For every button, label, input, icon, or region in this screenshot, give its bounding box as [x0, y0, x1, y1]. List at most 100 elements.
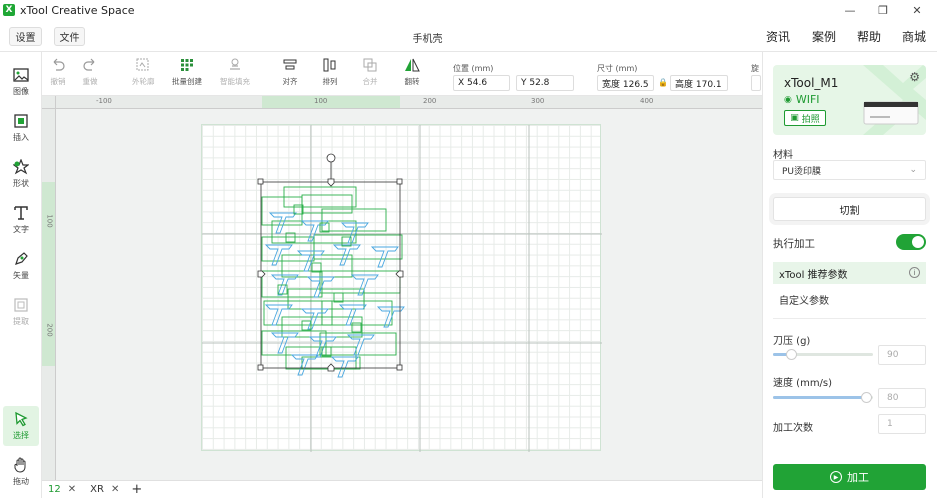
document-title: 手机壳 — [412, 34, 443, 45]
pressure-slider-knob[interactable] — [786, 349, 797, 360]
material-label: 材料 — [773, 150, 793, 161]
minimize-icon[interactable]: — — [835, 0, 865, 20]
pattern-cut-rect — [281, 254, 353, 278]
grid-icon — [181, 59, 193, 71]
pressure-slider[interactable] — [773, 349, 873, 360]
tool-shape[interactable]: 形状 — [3, 154, 39, 194]
smart-fill-button[interactable]: 智能填充 — [220, 58, 250, 94]
height-field[interactable]: 高度 170.1 — [670, 75, 728, 91]
text-icon — [14, 206, 28, 220]
restore-icon[interactable]: ❐ — [868, 0, 898, 20]
material-select[interactable]: PU烫印膜 ⌄ — [773, 160, 926, 180]
redo-button[interactable]: 重做 — [82, 58, 98, 94]
work-area[interactable] — [201, 124, 602, 452]
news-link[interactable]: 资讯 — [766, 28, 790, 45]
tool-insert[interactable]: 插入 — [3, 108, 39, 148]
combine-label: 合并 — [362, 77, 378, 86]
take-photo-button[interactable]: ▣ 拍照 — [784, 110, 826, 126]
ruler-tick-label: 300 — [531, 97, 545, 105]
run-label: 加工 — [847, 471, 869, 484]
tool-label: 拖动 — [13, 477, 29, 486]
stamp-icon — [230, 58, 240, 70]
tab-xr[interactable]: XR ✕ — [90, 484, 119, 495]
batch-create-button[interactable]: 批量创建 — [172, 58, 202, 94]
device-image — [863, 101, 919, 125]
store-link[interactable]: 商城 — [902, 28, 926, 45]
cases-link[interactable]: 案例 — [812, 28, 836, 45]
tool-text[interactable]: 文字 — [3, 200, 39, 240]
tool-image[interactable]: 图像 — [3, 62, 39, 102]
align-icon — [283, 59, 297, 70]
design-canvas[interactable] — [56, 109, 762, 480]
pattern-logo-shape — [346, 334, 375, 356]
pressure-input[interactable]: 90 — [878, 345, 926, 365]
gear-icon[interactable]: ⚙ — [909, 70, 920, 84]
run-button[interactable]: ▶ 加工 — [773, 464, 926, 490]
tab-12[interactable]: 12 ✕ — [48, 484, 76, 495]
insert-icon — [14, 114, 28, 128]
ruler-corner — [42, 96, 56, 109]
pattern-logo-shape — [330, 356, 359, 378]
app-title: xTool Creative Space — [20, 3, 135, 17]
pattern-logo-shape — [268, 212, 297, 234]
execute-label: 执行加工 — [773, 238, 815, 250]
execute-toggle[interactable] — [896, 234, 926, 250]
tool-vector[interactable]: 矢量 — [3, 246, 39, 286]
recommended-params-tab[interactable]: xTool 推荐参数 i — [773, 262, 926, 284]
close-icon[interactable]: ✕ — [902, 0, 932, 20]
align-button[interactable]: 对齐 — [282, 58, 298, 94]
lock-icon[interactable]: 🔒 — [658, 78, 668, 87]
speed-input[interactable]: 80 — [878, 388, 926, 408]
design-layer[interactable] — [202, 125, 602, 452]
take-photo-label: 拍照 — [801, 114, 820, 125]
close-tab-icon[interactable]: ✕ — [111, 484, 119, 495]
tool-hand[interactable]: 拖动 — [3, 452, 39, 492]
undo-button[interactable]: 撤销 — [50, 58, 66, 94]
position-x-field[interactable]: X 54.6 — [453, 75, 510, 91]
undo-label: 撤销 — [50, 77, 66, 86]
tool-label: 选择 — [13, 431, 29, 440]
tool-label: 形状 — [13, 179, 29, 188]
width-field[interactable]: 宽度 126.5 — [597, 75, 654, 91]
cut-mode-button[interactable]: 切割 — [773, 197, 926, 221]
arrange-icon — [323, 58, 336, 72]
speed-slider-knob[interactable] — [861, 392, 872, 403]
align-label: 对齐 — [282, 77, 298, 86]
info-icon[interactable]: i — [909, 267, 920, 278]
device-wifi-status: ◉ WIFI — [784, 93, 820, 106]
arrange-label: 排列 — [322, 77, 338, 86]
add-tab-button[interactable]: + — [131, 482, 142, 497]
tool-label: 插入 — [13, 133, 29, 142]
recommended-params-label: xTool 推荐参数 — [779, 269, 848, 281]
speed-slider[interactable] — [773, 392, 873, 403]
speed-slider-fill — [773, 396, 863, 399]
rotate-field[interactable] — [751, 75, 761, 91]
custom-params-tab[interactable]: 自定义参数 — [779, 292, 829, 307]
device-card[interactable]: xTool_M1 ◉ WIFI ▣ 拍照 ⚙ — [773, 65, 926, 135]
tool-extract[interactable]: 提取 — [3, 292, 39, 332]
shape-icon — [13, 159, 29, 175]
arrange-button[interactable]: 排列 — [322, 58, 338, 94]
ruler-top: -100 100 200 300 400 — [56, 96, 762, 109]
speed-label: 速度 (mm/s) — [773, 378, 833, 389]
wifi-icon: ◉ — [784, 94, 792, 105]
phone-case-pattern[interactable] — [261, 186, 405, 378]
passes-label: 加工次数 — [773, 423, 813, 434]
menu-bar: 设置 文件 手机壳 资讯 案例 帮助 商城 — [0, 20, 937, 52]
close-tab-icon[interactable]: ✕ — [68, 484, 76, 495]
pattern-cut-rect — [287, 288, 365, 310]
flip-button[interactable]: 翻转 — [404, 58, 420, 94]
cursor-icon — [15, 411, 28, 427]
passes-input[interactable]: 1 — [878, 414, 926, 434]
pattern-cut-rect — [301, 194, 353, 214]
right-panel: xTool_M1 ◉ WIFI ▣ 拍照 ⚙ 材料 PU烫印膜 ⌄ 切割 执行加工 x… — [762, 52, 937, 498]
pattern-cut-rect — [285, 346, 357, 370]
combine-button[interactable]: 合并 — [362, 58, 378, 94]
title-bar: X xTool Creative Space — ❐ ✕ — [0, 0, 937, 20]
outline-button[interactable]: 外轮廓 — [132, 58, 155, 94]
edit-toolbar: 撤销 重做 外轮廓 批量创建 智能填充 对齐 排列 合并 翻转 位置 (mm) … — [42, 52, 762, 96]
help-link[interactable]: 帮助 — [857, 28, 881, 45]
position-y-field[interactable]: Y 52.8 — [516, 75, 574, 91]
pattern-logo-shape — [340, 222, 369, 244]
tool-select[interactable]: 选择 — [3, 406, 39, 446]
